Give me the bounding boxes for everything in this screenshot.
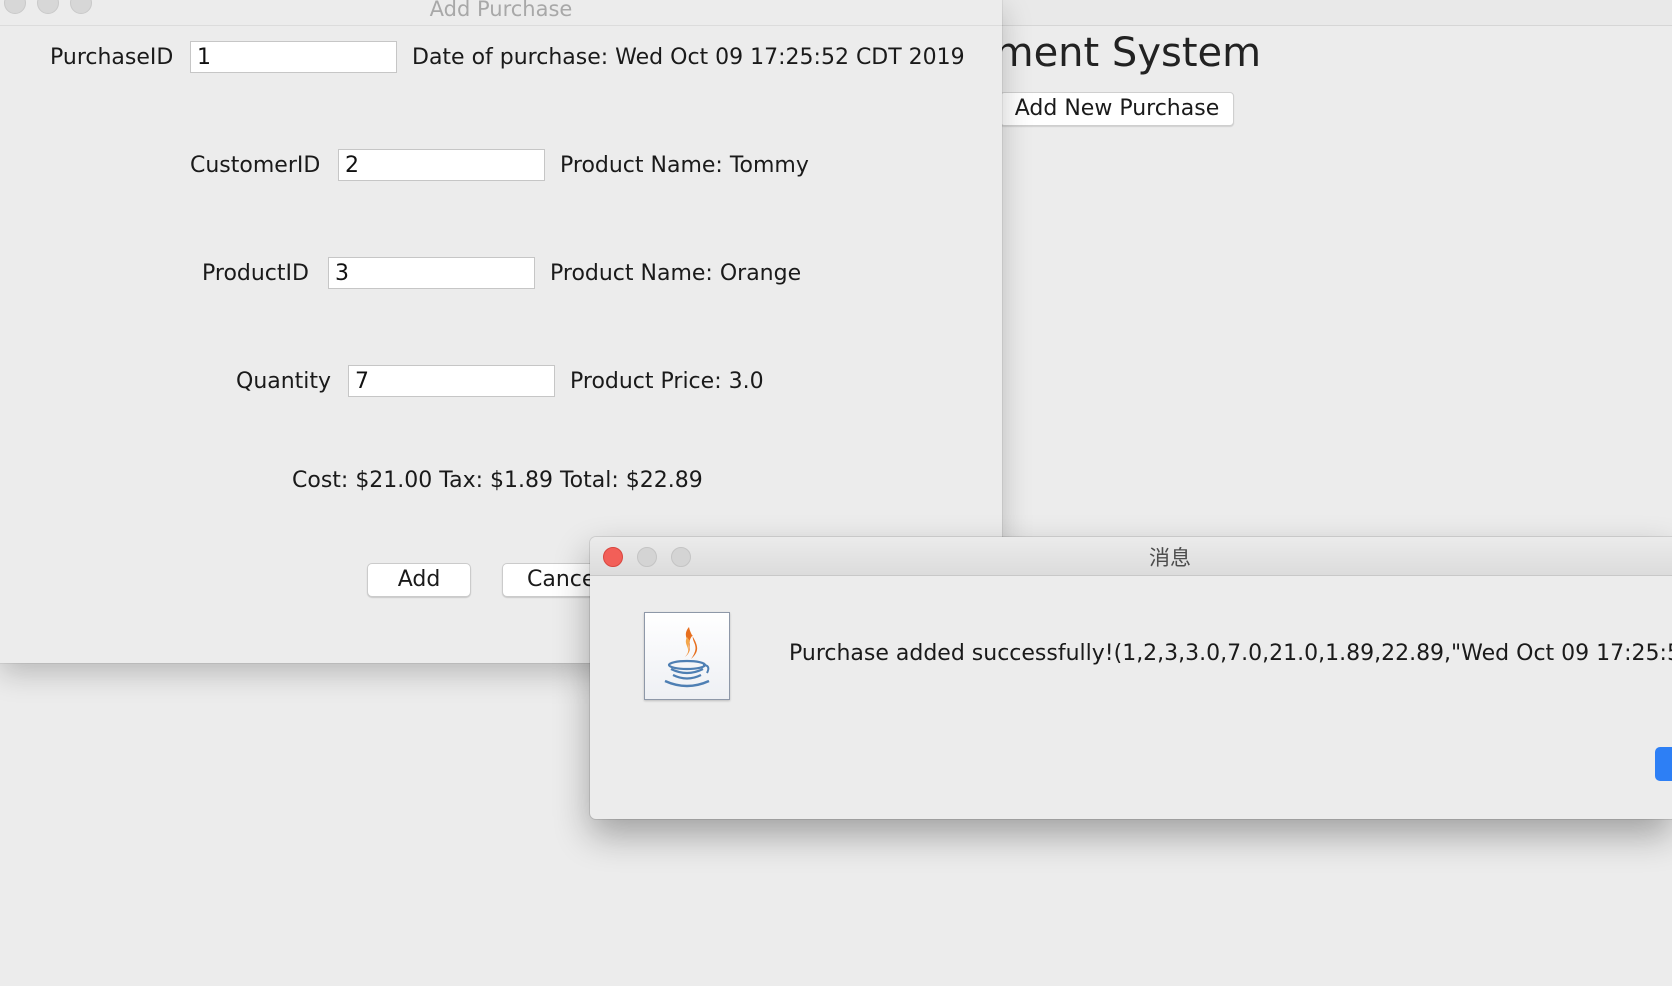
main-window-title: ement System xyxy=(970,30,1262,76)
add-button[interactable]: Add xyxy=(367,563,471,597)
dialog-title: 消息 xyxy=(1149,546,1191,570)
product-price-text: Product Price: 3.0 xyxy=(570,369,764,394)
purchase-id-label: PurchaseID xyxy=(50,45,174,70)
product-id-field[interactable] xyxy=(328,257,535,289)
add-new-purchase-button[interactable]: Add New Purchase xyxy=(1000,92,1234,126)
customer-id-field[interactable] xyxy=(338,149,545,181)
message-dialog: 消息 Purchase added successfully!(1,2,3,3.… xyxy=(590,537,1672,819)
cost-summary-text: Cost: $21.00 Tax: $1.89 Total: $22.89 xyxy=(292,468,703,493)
window-title: Add Purchase xyxy=(429,0,573,21)
ok-button[interactable] xyxy=(1655,747,1672,781)
customer-id-label: CustomerID xyxy=(190,153,321,178)
customer-name-text: Product Name: Tommy xyxy=(560,153,809,178)
quantity-field[interactable] xyxy=(348,365,555,397)
date-of-purchase-text: Date of purchase: Wed Oct 09 17:25:52 CD… xyxy=(412,45,965,70)
product-id-label: ProductID xyxy=(202,261,309,286)
dialog-message: Purchase added successfully!(1,2,3,3.0,7… xyxy=(789,641,1672,666)
purchase-id-field[interactable] xyxy=(190,41,397,73)
dialog-titlebar[interactable]: 消息 xyxy=(590,537,1672,576)
java-icon xyxy=(644,612,730,700)
add-purchase-titlebar[interactable]: Add Purchase xyxy=(0,0,1002,26)
quantity-label: Quantity xyxy=(236,369,332,394)
product-name-text: Product Name: Orange xyxy=(550,261,802,286)
